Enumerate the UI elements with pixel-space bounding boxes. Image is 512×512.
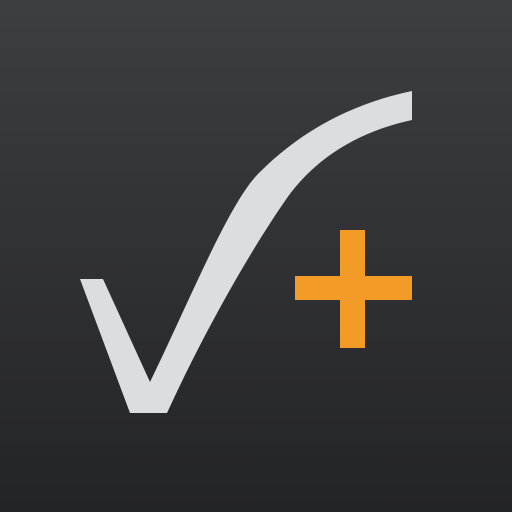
icon-background: [0, 0, 512, 512]
app-icon: [0, 0, 512, 512]
app-icon-graphic: [0, 0, 512, 512]
